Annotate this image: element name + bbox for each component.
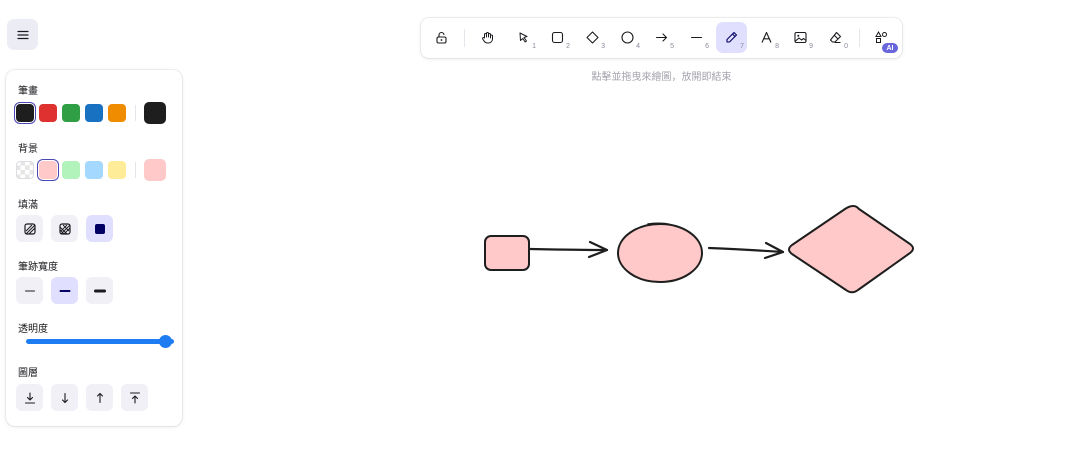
bring-forward-icon bbox=[96, 392, 103, 403]
rectangle-icon bbox=[551, 31, 564, 44]
canvas-diamond[interactable] bbox=[788, 205, 914, 294]
line-icon bbox=[690, 36, 703, 39]
stroke-color-green[interactable] bbox=[62, 104, 80, 122]
tool-diamond[interactable]: 3 bbox=[577, 22, 608, 53]
pencil-icon bbox=[726, 31, 738, 43]
background-color-pink[interactable] bbox=[39, 161, 57, 179]
canvas-ellipse-overlap-stroke bbox=[647, 222, 671, 226]
divider bbox=[859, 29, 860, 47]
canvas-arrow-2-head bbox=[763, 241, 785, 260]
eraser-icon bbox=[829, 31, 842, 44]
tool-pencil[interactable]: 7 bbox=[716, 22, 747, 53]
text-icon bbox=[761, 31, 772, 43]
fill-hachure-button[interactable] bbox=[16, 215, 43, 242]
stroke-width-bold-button[interactable] bbox=[51, 277, 78, 304]
background-color-row bbox=[16, 159, 171, 181]
hamburger-icon bbox=[16, 30, 29, 39]
canvas-arrow-1[interactable] bbox=[528, 247, 609, 252]
canvas-rectangle[interactable] bbox=[484, 235, 530, 271]
shortcut-key: 8 bbox=[775, 43, 779, 50]
ai-badge: AI bbox=[882, 43, 898, 53]
send-backward-button[interactable] bbox=[51, 384, 78, 411]
opacity-slider-track[interactable] bbox=[26, 339, 174, 344]
stroke-width-extra-bold-button[interactable] bbox=[86, 277, 113, 304]
hand-icon bbox=[482, 32, 493, 44]
send-to-back-icon bbox=[24, 391, 35, 404]
divider bbox=[464, 29, 465, 47]
image-icon bbox=[794, 31, 807, 44]
layers-label: 圖層 bbox=[18, 368, 38, 379]
stroke-color-red[interactable] bbox=[39, 104, 57, 122]
tool-image[interactable]: 9 bbox=[785, 22, 816, 53]
properties-panel: 筆畫 背景 填滿 筆跡寬度 透明度 圖層 bbox=[6, 70, 182, 426]
shortcut-key: 2 bbox=[566, 43, 570, 50]
stroke-color-row bbox=[16, 102, 171, 124]
background-label: 背景 bbox=[18, 144, 38, 155]
cross-hatch-fill-icon bbox=[58, 222, 71, 235]
opacity-label: 透明度 bbox=[18, 324, 48, 335]
shortcut-key: 9 bbox=[809, 43, 813, 50]
stroke-color-picker[interactable] bbox=[144, 102, 166, 124]
stroke-color-black[interactable] bbox=[16, 104, 34, 122]
shortcut-key: 0 bbox=[844, 43, 848, 50]
fill-label: 填滿 bbox=[18, 200, 38, 211]
extra-bold-line-icon bbox=[93, 289, 106, 292]
stroke-label: 筆畫 bbox=[18, 86, 38, 97]
fill-style-row bbox=[16, 215, 121, 242]
background-color-picker[interactable] bbox=[144, 159, 166, 181]
tool-hand[interactable] bbox=[472, 22, 503, 53]
bring-forward-button[interactable] bbox=[86, 384, 113, 411]
tool-arrow[interactable]: 5 bbox=[646, 22, 677, 53]
divider bbox=[135, 162, 136, 178]
diamond-icon bbox=[586, 31, 599, 44]
canvas-arrow-2[interactable] bbox=[707, 246, 785, 254]
stroke-color-blue[interactable] bbox=[85, 104, 103, 122]
background-color-green[interactable] bbox=[62, 161, 80, 179]
shortcut-key: 3 bbox=[601, 43, 605, 50]
stroke-width-label: 筆跡寬度 bbox=[18, 262, 58, 273]
arrow-right-icon bbox=[655, 33, 668, 42]
opacity-slider-thumb[interactable] bbox=[159, 335, 172, 348]
fill-cross-hatch-button[interactable] bbox=[51, 215, 78, 242]
shortcut-key: 4 bbox=[636, 43, 640, 50]
tool-ellipse[interactable]: 4 bbox=[612, 22, 643, 53]
main-menu-button[interactable] bbox=[7, 19, 38, 50]
bold-line-icon bbox=[59, 289, 70, 292]
background-color-yellow[interactable] bbox=[108, 161, 126, 179]
canvas-ellipse[interactable] bbox=[617, 223, 703, 283]
pointer-icon bbox=[519, 32, 528, 43]
divider bbox=[135, 105, 136, 121]
tool-rectangle[interactable]: 2 bbox=[542, 22, 573, 53]
stroke-width-thin-button[interactable] bbox=[16, 277, 43, 304]
send-backward-icon bbox=[61, 392, 68, 403]
shapes-toolbar: 1 2 3 4 5 6 7 8 9 0 AI bbox=[421, 18, 902, 58]
bring-to-front-icon bbox=[129, 391, 140, 404]
shortcut-key: 7 bbox=[740, 43, 744, 50]
shortcut-key: 1 bbox=[532, 43, 536, 50]
layers-row bbox=[16, 384, 156, 411]
background-color-transparent[interactable] bbox=[16, 161, 34, 179]
bring-to-front-button[interactable] bbox=[121, 384, 148, 411]
stroke-width-row bbox=[16, 277, 121, 304]
stroke-color-orange[interactable] bbox=[108, 104, 126, 122]
solid-fill-icon bbox=[94, 223, 105, 234]
send-to-back-button[interactable] bbox=[16, 384, 43, 411]
background-color-blue[interactable] bbox=[85, 161, 103, 179]
drawing-hint: 點擊並拖曳來繪圖，放開即結束 bbox=[591, 72, 732, 83]
thin-line-icon bbox=[24, 290, 35, 291]
tool-lock[interactable] bbox=[426, 22, 457, 53]
tool-eraser[interactable]: 0 bbox=[820, 22, 851, 53]
shortcut-key: 5 bbox=[670, 43, 674, 50]
tool-selection[interactable]: 1 bbox=[508, 22, 539, 53]
ellipse-icon bbox=[621, 31, 634, 44]
tool-text[interactable]: 8 bbox=[751, 22, 782, 53]
unlock-icon bbox=[436, 31, 447, 44]
shortcut-key: 6 bbox=[705, 43, 709, 50]
tool-line[interactable]: 6 bbox=[681, 22, 712, 53]
hachure-fill-icon bbox=[23, 222, 36, 235]
canvas-arrow-1-head bbox=[587, 240, 609, 259]
fill-solid-button[interactable] bbox=[86, 215, 113, 242]
